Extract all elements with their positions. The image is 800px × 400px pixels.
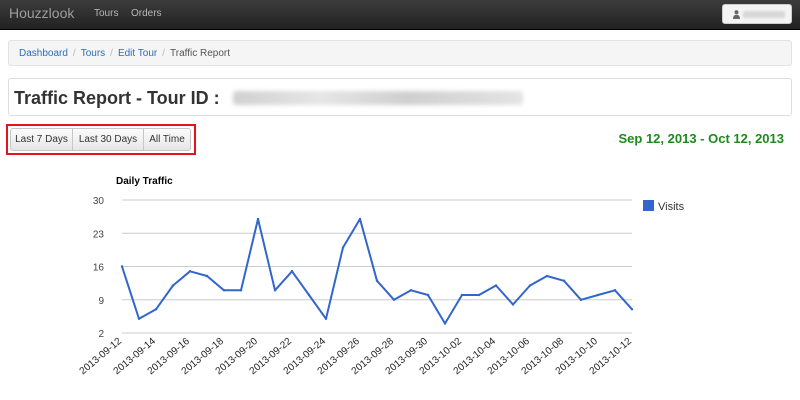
data-point — [630, 308, 634, 311]
data-point — [528, 284, 532, 287]
data-point — [511, 303, 515, 306]
data-point — [392, 298, 396, 301]
data-point — [256, 217, 260, 221]
data-point — [324, 317, 328, 320]
data-point — [409, 289, 413, 292]
y-tick-label: 16 — [93, 263, 105, 274]
y-tick-label: 30 — [93, 196, 105, 207]
daily-traffic-chart: Daily Traffic291623302013-09-122013-09-1… — [78, 176, 685, 377]
data-point — [545, 274, 549, 278]
breadcrumb-separator: / — [72, 48, 76, 59]
data-point — [273, 289, 277, 292]
brand-logo[interactable]: Houzzlook — [9, 5, 74, 21]
data-point — [120, 265, 124, 268]
user-name-redacted — [743, 11, 785, 18]
chart-title: Daily Traffic — [116, 176, 173, 187]
data-point — [154, 308, 158, 311]
data-point — [562, 279, 566, 282]
breadcrumb-separator: / — [162, 48, 166, 59]
all-time-button[interactable]: All Time — [144, 128, 191, 151]
visits-series-line — [121, 218, 633, 325]
date-range-label: Sep 12, 2013 - Oct 12, 2013 — [618, 131, 785, 146]
data-point — [613, 289, 617, 292]
data-point — [596, 293, 600, 297]
page-title-panel: Traffic Report - Tour ID : — [8, 78, 792, 116]
data-point — [358, 217, 362, 221]
top-navbar: Houzzlook Tours Orders — [0, 0, 800, 30]
legend-label-visits: Visits — [658, 201, 685, 213]
data-point — [426, 293, 430, 297]
breadcrumb: Dashboard / Tours / Edit Tour / Traffic Report — [8, 40, 792, 66]
y-tick-label: 2 — [98, 329, 104, 340]
user-icon — [733, 10, 740, 19]
data-point — [460, 293, 464, 297]
data-point — [239, 289, 243, 292]
data-point — [205, 274, 209, 278]
data-point — [375, 279, 379, 282]
data-point — [443, 322, 447, 325]
y-tick-label: 23 — [93, 229, 105, 240]
breadcrumb-separator: / — [110, 48, 113, 59]
breadcrumb-tours[interactable]: Tours — [81, 48, 105, 59]
data-point — [307, 293, 311, 297]
legend-swatch-visits — [643, 200, 654, 211]
data-point — [137, 317, 141, 320]
data-point — [341, 246, 345, 249]
breadcrumb-edit-tour[interactable]: Edit Tour — [118, 48, 157, 59]
data-point — [494, 284, 498, 287]
nav-link-tours[interactable]: Tours — [94, 8, 118, 19]
y-tick-label: 9 — [98, 296, 104, 307]
user-menu-button[interactable] — [722, 4, 792, 24]
breadcrumb-dashboard[interactable]: Dashboard — [19, 48, 68, 59]
data-point — [290, 270, 294, 273]
page-title: Traffic Report - Tour ID : — [14, 88, 220, 108]
tour-id-redacted — [233, 91, 523, 105]
data-point — [579, 298, 583, 301]
data-point — [188, 270, 192, 273]
data-point — [222, 289, 226, 292]
breadcrumb-current: Traffic Report — [170, 48, 231, 59]
last-30-days-button[interactable]: Last 30 Days — [73, 128, 144, 151]
last-7-days-button[interactable]: Last 7 Days — [10, 128, 73, 151]
data-point — [171, 284, 175, 287]
data-point — [477, 293, 481, 297]
nav-link-orders[interactable]: Orders — [131, 8, 162, 19]
